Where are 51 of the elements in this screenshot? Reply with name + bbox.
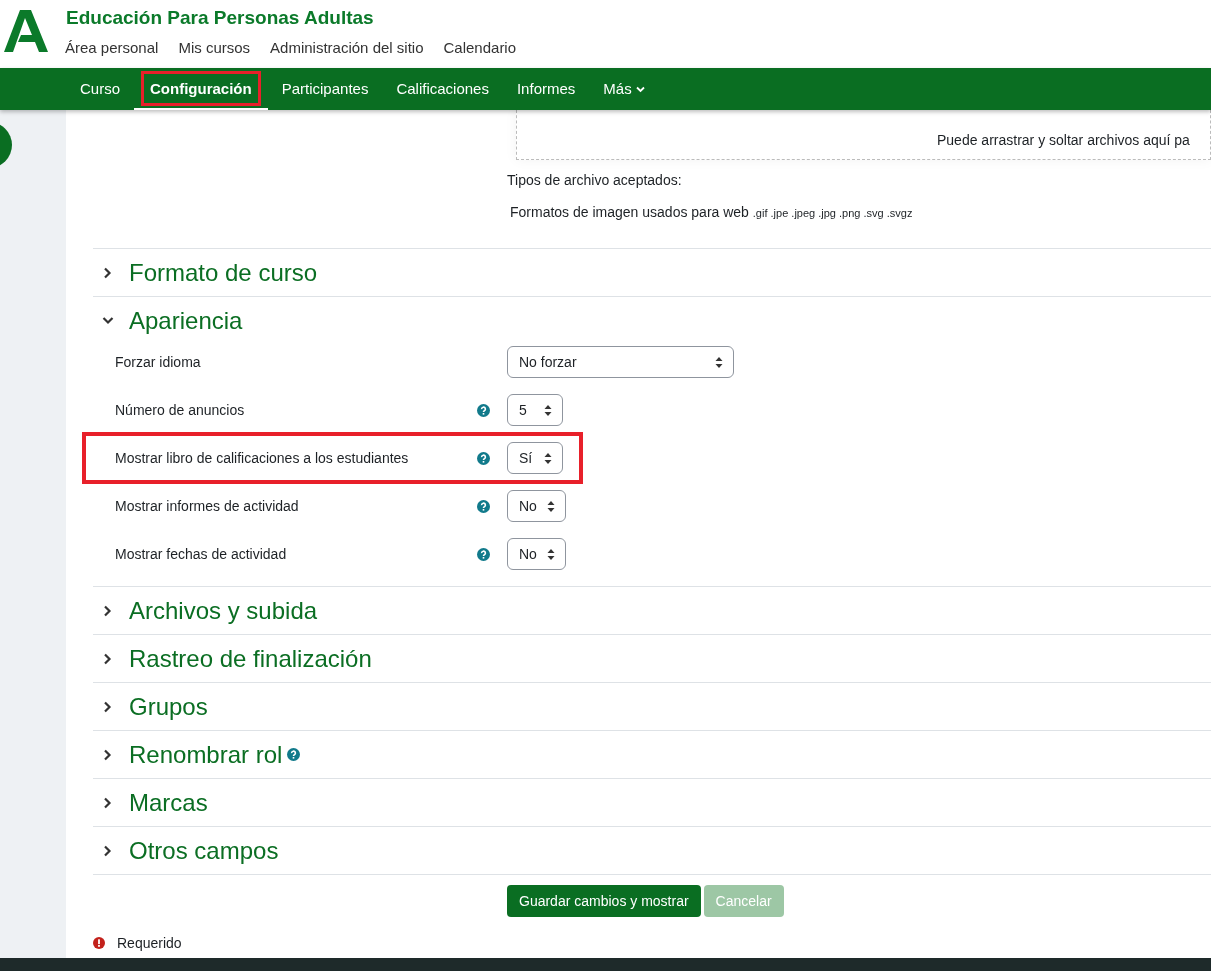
nav-link[interactable]: Mis cursos (178, 39, 251, 56)
nav-tab[interactable]: Participantes (267, 68, 383, 110)
field-label: Mostrar informes de actividad (115, 498, 300, 514)
section-heading[interactable]: Apariencia (129, 306, 243, 335)
nav-link[interactable]: Administración del sitio (270, 39, 424, 56)
chevron-right-icon[interactable] (102, 652, 114, 665)
sort-arrows-icon (546, 548, 555, 560)
chevron-right-icon[interactable] (102, 748, 114, 761)
chevron-right-icon[interactable] (102, 844, 114, 857)
select-field[interactable]: No (507, 490, 566, 522)
nav-tab[interactable]: Más (589, 68, 659, 110)
nav-tab[interactable]: Curso (66, 68, 134, 110)
format-group-label: Formatos de imagen usados para web (510, 204, 749, 220)
nav-tab[interactable]: Informes (502, 68, 590, 110)
sort-arrows-icon (715, 356, 723, 368)
file-drop-zone[interactable]: Puede arrastrar y soltar archivos aquí pa (516, 110, 1211, 160)
select-field[interactable]: No (507, 538, 566, 570)
field-label: Forzar idioma (115, 354, 202, 370)
chevron-right-icon[interactable] (102, 604, 114, 617)
section-heading[interactable]: Marcas (129, 788, 208, 817)
chevron-right-icon[interactable] (102, 700, 114, 713)
section-heading[interactable]: Rastreo de finalización (129, 644, 372, 673)
required-note: Requerido (117, 935, 182, 951)
extension-list: .gif .jpe .jpeg .jpg .png .svg .svgz (752, 207, 913, 219)
drop-hint: Puede arrastrar y soltar archivos aquí pa (937, 132, 1190, 148)
field-label: Mostrar fechas de actividad (115, 546, 288, 562)
section-heading[interactable]: Formato de curso (129, 258, 318, 287)
sort-arrows-icon (544, 404, 552, 416)
sort-arrows-icon (546, 500, 555, 512)
save-button[interactable]: Guardar cambios y mostrar (507, 885, 701, 917)
chevron-right-icon[interactable] (102, 266, 114, 279)
field-label: Mostrar libro de calificaciones a los estudiantes (115, 450, 410, 466)
section-heading[interactable]: Renombrar rol (129, 740, 283, 769)
select-field[interactable]: 5 (507, 394, 563, 426)
section-heading[interactable]: Otros campos (129, 836, 279, 865)
alert-icon (93, 937, 105, 949)
select-field[interactable]: Sí (507, 442, 563, 474)
section-heading[interactable]: Archivos y subida (129, 596, 318, 625)
sort-arrows-icon (544, 452, 552, 464)
select-field[interactable]: No forzar (507, 346, 734, 378)
chevron-down-icon[interactable] (102, 314, 114, 327)
logo-icon (4, 10, 48, 52)
nav-tab[interactable]: Configuración (134, 68, 268, 110)
nav-link[interactable]: Calendario (443, 39, 517, 56)
nav-link[interactable]: Área personal (65, 39, 159, 56)
section-heading[interactable]: Grupos (129, 692, 208, 721)
accepted-types-label: Tipos de archivo aceptados: (507, 172, 683, 188)
nav-tab[interactable]: Calificaciones (382, 68, 503, 110)
site-title: Educación Para Personas Adultas (66, 7, 375, 30)
field-label: Número de anuncios (115, 402, 246, 418)
chevron-right-icon[interactable] (102, 796, 114, 809)
